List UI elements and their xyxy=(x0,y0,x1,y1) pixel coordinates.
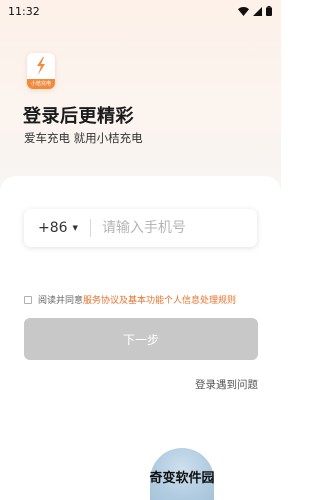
country-code-selector[interactable]: +86 ▼ xyxy=(38,220,78,236)
wifi-icon xyxy=(238,6,249,16)
status-icons xyxy=(238,6,272,16)
logo-text: 小桔充电 xyxy=(27,79,55,89)
login-help-link[interactable]: 登录遇到问题 xyxy=(195,377,258,392)
page-title: 登录后更精彩 xyxy=(23,106,134,127)
country-code-label: +86 xyxy=(38,220,68,236)
agreement-prefix: 阅读并同意 xyxy=(38,296,84,306)
field-divider xyxy=(89,219,91,237)
battery-icon xyxy=(266,6,272,16)
agreement-row: 阅读并同意 服务协议及基本功能个人信息处理规则 xyxy=(24,293,236,306)
signal-icon xyxy=(253,6,262,16)
phone-input[interactable] xyxy=(101,220,242,236)
agreement-checkbox[interactable] xyxy=(24,295,32,304)
agreement-link[interactable]: 服务协议及基本功能个人信息处理规则 xyxy=(83,293,236,306)
page-subtitle: 爱车充电 就用小桔充电 xyxy=(24,131,143,145)
phone-field: +86 ▼ xyxy=(24,209,257,247)
caret-down-icon: ▼ xyxy=(72,224,78,232)
watermark-text: 奇变软件园 xyxy=(149,471,215,486)
next-button[interactable]: 下一步 xyxy=(24,318,258,360)
status-time: 11:32 xyxy=(8,4,40,18)
lightning-bolt-icon xyxy=(34,57,48,79)
header-background xyxy=(0,0,281,200)
status-bar: 11:32 xyxy=(0,0,281,22)
app-logo: 小桔充电 xyxy=(27,53,55,89)
watermark: 奇变软件园 xyxy=(140,448,224,500)
